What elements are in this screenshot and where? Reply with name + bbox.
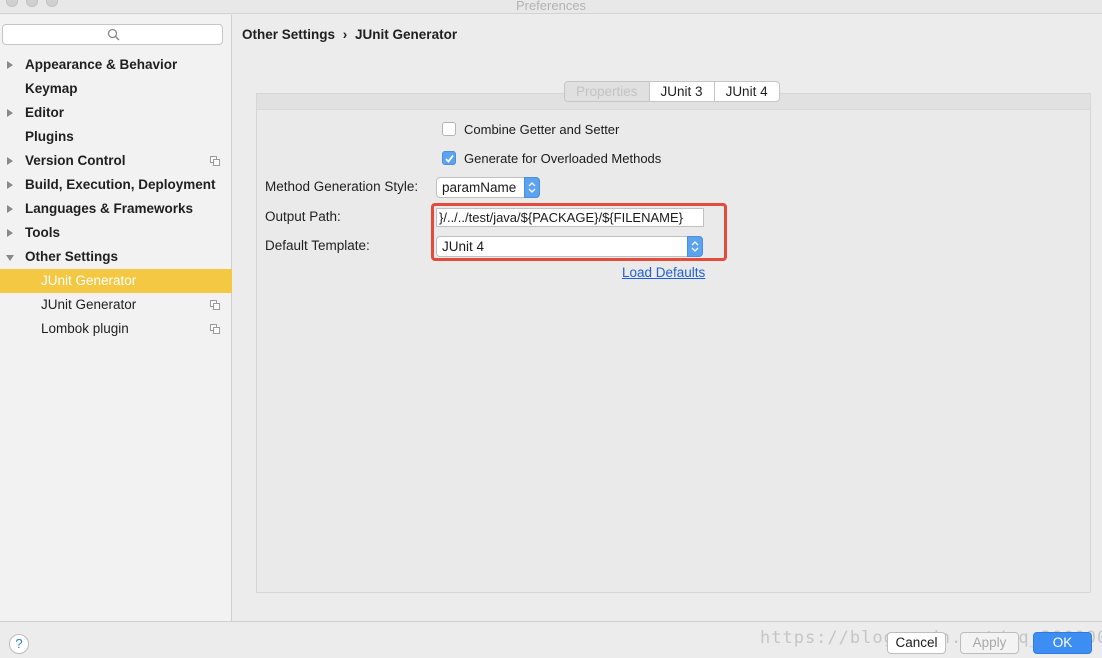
project-settings-icon: [210, 300, 220, 310]
ok-button[interactable]: OK: [1033, 632, 1092, 654]
generate-overloaded-checkbox[interactable]: [442, 151, 456, 165]
tab-bar: Properties JUnit 3 JUnit 4: [564, 81, 780, 102]
settings-panel: [256, 93, 1091, 593]
apply-button[interactable]: Apply: [960, 632, 1019, 654]
settings-sidebar: Appearance & Behavior Keymap Editor Plug…: [0, 15, 232, 621]
sidebar-item-junit-generator[interactable]: JUnit Generator: [0, 269, 232, 293]
tab-junit-3[interactable]: JUnit 3: [650, 82, 715, 101]
help-button[interactable]: ?: [9, 634, 29, 654]
checkmark-icon: [445, 154, 454, 163]
sidebar-item-other-settings[interactable]: Other Settings: [0, 245, 232, 269]
breadcrumb-current: JUnit Generator: [355, 27, 458, 42]
sidebar-item-version-control[interactable]: Version Control: [0, 149, 232, 173]
combine-getter-setter-label: Combine Getter and Setter: [464, 121, 620, 137]
project-settings-icon: [210, 324, 220, 334]
annotation-highlight-box: [431, 203, 727, 261]
sidebar-item-tools[interactable]: Tools: [0, 221, 232, 245]
sidebar-item-lombok-plugin[interactable]: Lombok plugin: [0, 317, 232, 341]
select-stepper-icon: [524, 177, 540, 198]
output-path-label: Output Path:: [265, 209, 341, 224]
chevron-right-icon: [7, 61, 13, 69]
search-input[interactable]: [2, 24, 223, 45]
project-settings-icon: [210, 156, 220, 166]
chevron-right-icon: [7, 157, 13, 165]
sidebar-item-appearance-behavior[interactable]: Appearance & Behavior: [0, 53, 232, 77]
chevron-right-icon: [7, 181, 13, 189]
method-style-value: paramName: [442, 180, 517, 195]
tab-junit-4[interactable]: JUnit 4: [715, 82, 779, 101]
sidebar-item-plugins[interactable]: Plugins: [0, 125, 232, 149]
tab-properties[interactable]: Properties: [565, 82, 650, 101]
chevron-right-icon: [7, 109, 13, 117]
sidebar-item-editor[interactable]: Editor: [0, 101, 232, 125]
breadcrumb-parent[interactable]: Other Settings: [242, 27, 335, 42]
combine-getter-setter-row[interactable]: Combine Getter and Setter: [442, 121, 619, 137]
combine-getter-setter-checkbox[interactable]: [442, 122, 456, 136]
load-defaults-link[interactable]: Load Defaults: [622, 265, 705, 280]
search-icon: [107, 28, 120, 41]
chevron-down-icon: [6, 255, 14, 261]
sidebar-item-junit-generator-project[interactable]: JUnit Generator: [0, 293, 232, 317]
method-style-label: Method Generation Style:: [265, 179, 419, 194]
method-style-select[interactable]: paramName: [436, 177, 540, 198]
window-title: Preferences: [515, 0, 587, 13]
sidebar-item-languages-frameworks[interactable]: Languages & Frameworks: [0, 197, 232, 221]
title-bar: Preferences: [0, 0, 1102, 14]
sidebar-item-keymap[interactable]: Keymap: [0, 77, 232, 101]
chevron-right-icon: [7, 229, 13, 237]
cancel-button[interactable]: Cancel: [887, 632, 946, 654]
default-template-label: Default Template:: [265, 238, 370, 253]
chevron-right-icon: [7, 205, 13, 213]
breadcrumb-separator: ›: [342, 27, 348, 42]
breadcrumb: Other Settings › JUnit Generator: [242, 27, 457, 42]
generate-overloaded-row[interactable]: Generate for Overloaded Methods: [442, 150, 661, 166]
generate-overloaded-label: Generate for Overloaded Methods: [464, 150, 662, 166]
sidebar-item-build-execution-deployment[interactable]: Build, Execution, Deployment: [0, 173, 232, 197]
